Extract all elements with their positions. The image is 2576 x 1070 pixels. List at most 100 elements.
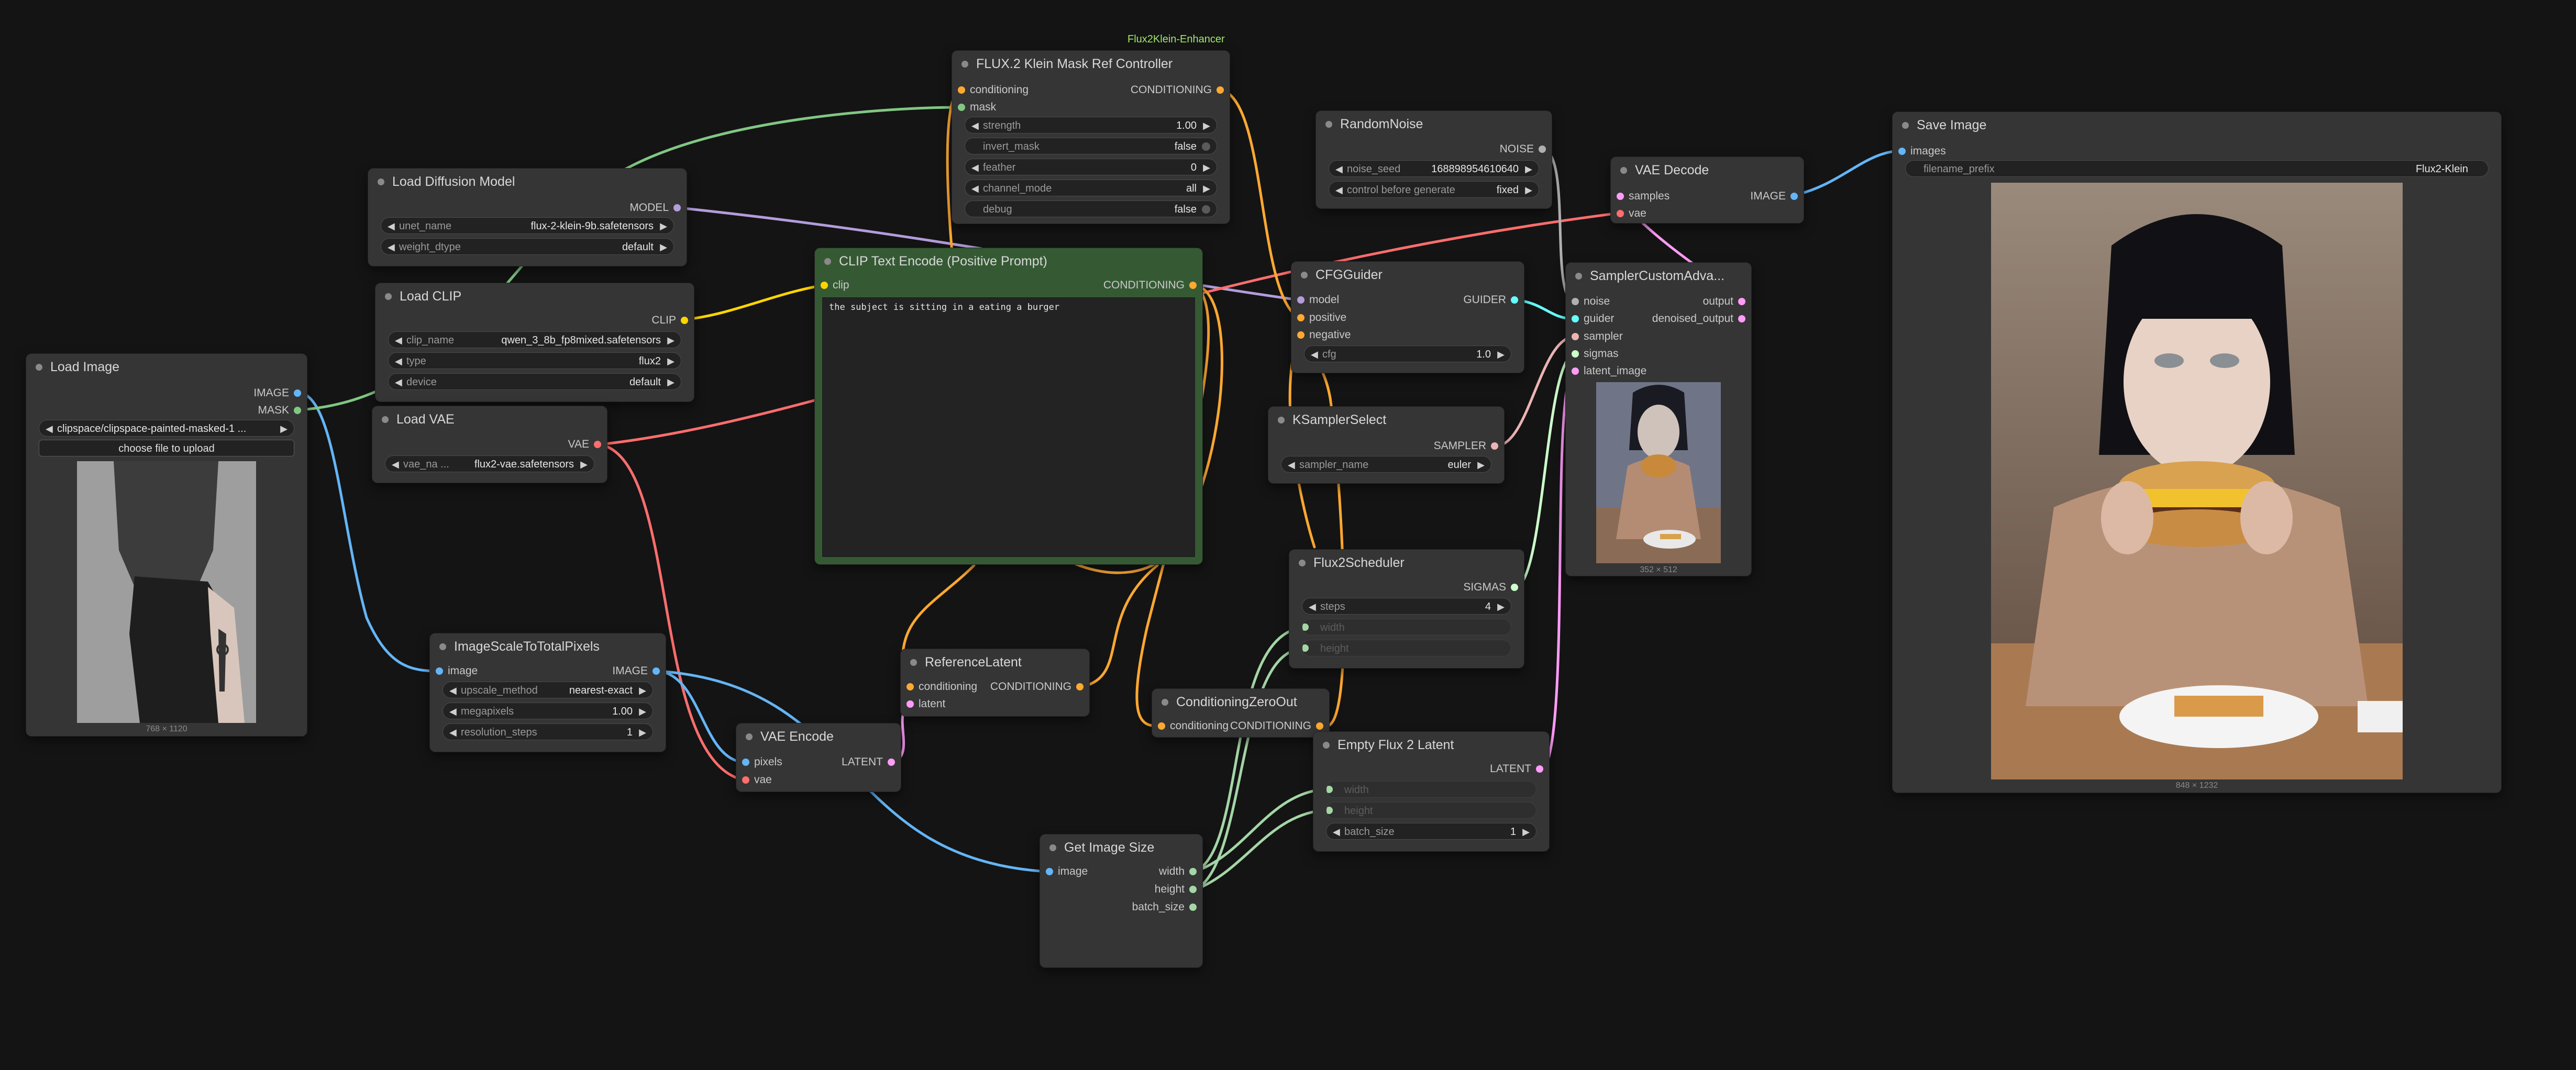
- output-sampler[interactable]: SAMPLER: [1434, 438, 1504, 454]
- node-title[interactable]: Load Diffusion Model: [368, 169, 687, 195]
- vae-name-widget[interactable]: ◀ vae_na ... flux2-vae.safetensors ▶: [385, 455, 594, 472]
- output-conditioning[interactable]: CONDITIONING: [990, 679, 1089, 695]
- load-diffusion-model-node[interactable]: Load Diffusion Model MODEL ◀ unet_name f…: [368, 169, 687, 266]
- port-dot[interactable]: [681, 317, 688, 324]
- width-widget[interactable]: width: [1302, 619, 1511, 636]
- port-dot[interactable]: [1738, 315, 1745, 322]
- filename-prefix-widget[interactable]: filename_prefix Flux2-Klein: [1905, 160, 2489, 177]
- port-dot[interactable]: [958, 104, 965, 111]
- output-image[interactable]: IMAGE: [1750, 188, 1804, 204]
- get-image-size-node[interactable]: Get Image Size image width height batch_…: [1040, 834, 1202, 967]
- left-arrow-icon[interactable]: ◀: [46, 420, 53, 436]
- left-arrow-icon[interactable]: ◀: [1311, 346, 1318, 362]
- port-dot[interactable]: [1297, 331, 1304, 339]
- port-dot[interactable]: [1158, 722, 1165, 730]
- left-arrow-icon[interactable]: ◀: [395, 374, 402, 389]
- image-scale-node[interactable]: ImageScaleToTotalPixels image IMAGE ◀ up…: [430, 633, 666, 752]
- node-title[interactable]: Get Image Size: [1040, 834, 1202, 861]
- steps-widget[interactable]: ◀ steps 4 ▶: [1302, 598, 1511, 615]
- port-dot[interactable]: [594, 441, 601, 448]
- ksampler-select-node[interactable]: KSamplerSelect SAMPLER ◀ sampler_name eu…: [1268, 407, 1504, 483]
- node-title[interactable]: KSamplerSelect: [1268, 407, 1504, 433]
- conditioning-zero-out-node[interactable]: ConditioningZeroOut conditioning CONDITI…: [1152, 689, 1329, 737]
- input-guider[interactable]: guider: [1566, 311, 1614, 327]
- output-output[interactable]: output: [1703, 294, 1751, 309]
- port-dot[interactable]: [1572, 333, 1579, 340]
- input-image[interactable]: image: [1040, 864, 1088, 879]
- output-batch-size[interactable]: batch_size: [1132, 899, 1202, 915]
- right-arrow-icon[interactable]: ▶: [1525, 182, 1532, 197]
- save-image-node[interactable]: Save Image images filename_prefix Flux2-…: [1893, 112, 2501, 793]
- left-arrow-icon[interactable]: ◀: [449, 703, 457, 719]
- port-dot[interactable]: [1189, 282, 1197, 289]
- right-arrow-icon[interactable]: ▶: [639, 724, 646, 740]
- load-image-node[interactable]: Load Image IMAGE MASK ◀ clipspace/clipsp…: [26, 354, 307, 736]
- empty-flux2-latent-node[interactable]: Empty Flux 2 Latent LATENT width height …: [1313, 732, 1549, 851]
- input-vae[interactable]: vae: [1611, 206, 1646, 221]
- input-pixels[interactable]: pixels: [736, 754, 782, 770]
- output-noise[interactable]: NOISE: [1500, 141, 1552, 157]
- port-dot[interactable]: [1189, 868, 1197, 875]
- load-vae-node[interactable]: Load VAE VAE ◀ vae_na ... flux2-vae.safe…: [372, 406, 607, 483]
- left-arrow-icon[interactable]: ◀: [1335, 161, 1343, 176]
- right-arrow-icon[interactable]: ▶: [1203, 180, 1210, 196]
- port-dot[interactable]: [742, 776, 749, 784]
- clip-name-widget[interactable]: ◀ clip_name qwen_3_8b_fp8mixed.safetenso…: [388, 331, 681, 348]
- node-title[interactable]: CLIP Text Encode (Positive Prompt): [815, 248, 1202, 274]
- vae-encode-node[interactable]: VAE Encode pixels LATENT vae: [736, 723, 901, 792]
- port-dot[interactable]: [906, 683, 914, 690]
- input-latent[interactable]: latent: [901, 696, 945, 712]
- left-arrow-icon[interactable]: ◀: [1335, 182, 1343, 197]
- port-dot[interactable]: [1539, 146, 1546, 153]
- left-arrow-icon[interactable]: ◀: [971, 180, 979, 196]
- port-dot[interactable]: [821, 282, 828, 289]
- cfg-widget[interactable]: ◀ cfg 1.0 ▶: [1304, 345, 1511, 362]
- klein-mask-controller-node[interactable]: FLUX.2 Klein Mask Ref Controller conditi…: [952, 51, 1230, 224]
- left-arrow-icon[interactable]: ◀: [971, 117, 979, 133]
- right-arrow-icon[interactable]: ▶: [1497, 346, 1505, 362]
- right-arrow-icon[interactable]: ▶: [639, 703, 646, 719]
- node-title[interactable]: Empty Flux 2 Latent: [1313, 732, 1549, 758]
- port-dot[interactable]: [1572, 298, 1579, 305]
- port-dot[interactable]: [742, 759, 749, 766]
- input-sampler[interactable]: sampler: [1566, 329, 1623, 344]
- output-latent[interactable]: LATENT: [842, 754, 901, 770]
- port-dot[interactable]: [1572, 350, 1579, 358]
- port-dot[interactable]: [1217, 86, 1224, 94]
- output-image[interactable]: IMAGE: [612, 663, 666, 679]
- left-arrow-icon[interactable]: ◀: [449, 724, 457, 740]
- node-title[interactable]: CFGGuider: [1291, 262, 1524, 288]
- unet-name-widget[interactable]: ◀ unet_name flux-2-klein-9b.safetensors …: [381, 217, 674, 234]
- left-arrow-icon[interactable]: ◀: [388, 218, 395, 233]
- port-dot[interactable]: [888, 759, 895, 766]
- port-dot[interactable]: [1617, 193, 1624, 200]
- output-mask[interactable]: MASK: [258, 403, 307, 418]
- output-vae[interactable]: VAE: [568, 437, 607, 452]
- noise-seed-widget[interactable]: ◀ noise_seed 168898954610640 ▶: [1329, 160, 1539, 177]
- output-latent[interactable]: LATENT: [1490, 761, 1549, 777]
- left-arrow-icon[interactable]: ◀: [1288, 456, 1295, 472]
- port-dot[interactable]: [1189, 886, 1197, 893]
- left-arrow-icon[interactable]: ◀: [395, 353, 402, 369]
- port-dot[interactable]: [1790, 193, 1798, 200]
- port-dot[interactable]: [1536, 765, 1543, 773]
- prompt-textarea[interactable]: the subject is sitting in a eating a bur…: [822, 297, 1195, 557]
- node-title[interactable]: RandomNoise: [1316, 111, 1552, 137]
- right-arrow-icon[interactable]: ▶: [660, 239, 667, 254]
- right-arrow-icon[interactable]: ▶: [667, 332, 675, 348]
- port-dot[interactable]: [1326, 786, 1333, 793]
- output-denoised[interactable]: denoised_output: [1652, 311, 1751, 327]
- port-dot[interactable]: [1572, 367, 1579, 375]
- output-sigmas[interactable]: SIGMAS: [1463, 579, 1524, 595]
- output-conditioning[interactable]: CONDITIONING: [1103, 277, 1202, 293]
- weight-dtype-widget[interactable]: ◀ weight_dtype default ▶: [381, 238, 674, 255]
- input-noise[interactable]: noise: [1566, 294, 1610, 309]
- right-arrow-icon[interactable]: ▶: [280, 420, 288, 436]
- flux2-scheduler-node[interactable]: Flux2Scheduler SIGMAS ◀ steps 4 ▶ width …: [1289, 550, 1524, 668]
- right-arrow-icon[interactable]: ▶: [1203, 117, 1210, 133]
- output-model[interactable]: MODEL: [629, 200, 687, 216]
- left-arrow-icon[interactable]: ◀: [1309, 598, 1316, 614]
- input-conditioning[interactable]: conditioning: [901, 679, 977, 695]
- random-noise-node[interactable]: RandomNoise NOISE ◀ noise_seed 168898954…: [1316, 111, 1552, 208]
- node-title[interactable]: ImageScaleToTotalPixels: [430, 633, 666, 660]
